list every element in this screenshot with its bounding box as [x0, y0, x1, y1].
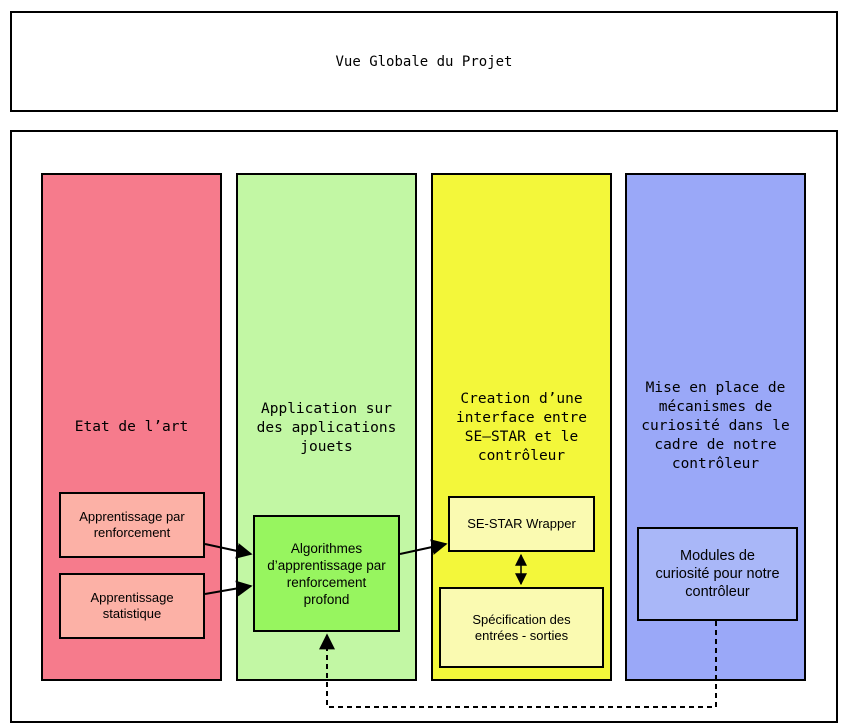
edge-modules-to-algorithmes-dashed [319, 621, 717, 708]
edge-renforcement-to-algorithmes [204, 543, 253, 559]
edge-algorithmes-to-wrapper [399, 539, 448, 555]
connectors-layer [204, 539, 717, 708]
edge-statistique-to-algorithmes [204, 580, 253, 597]
